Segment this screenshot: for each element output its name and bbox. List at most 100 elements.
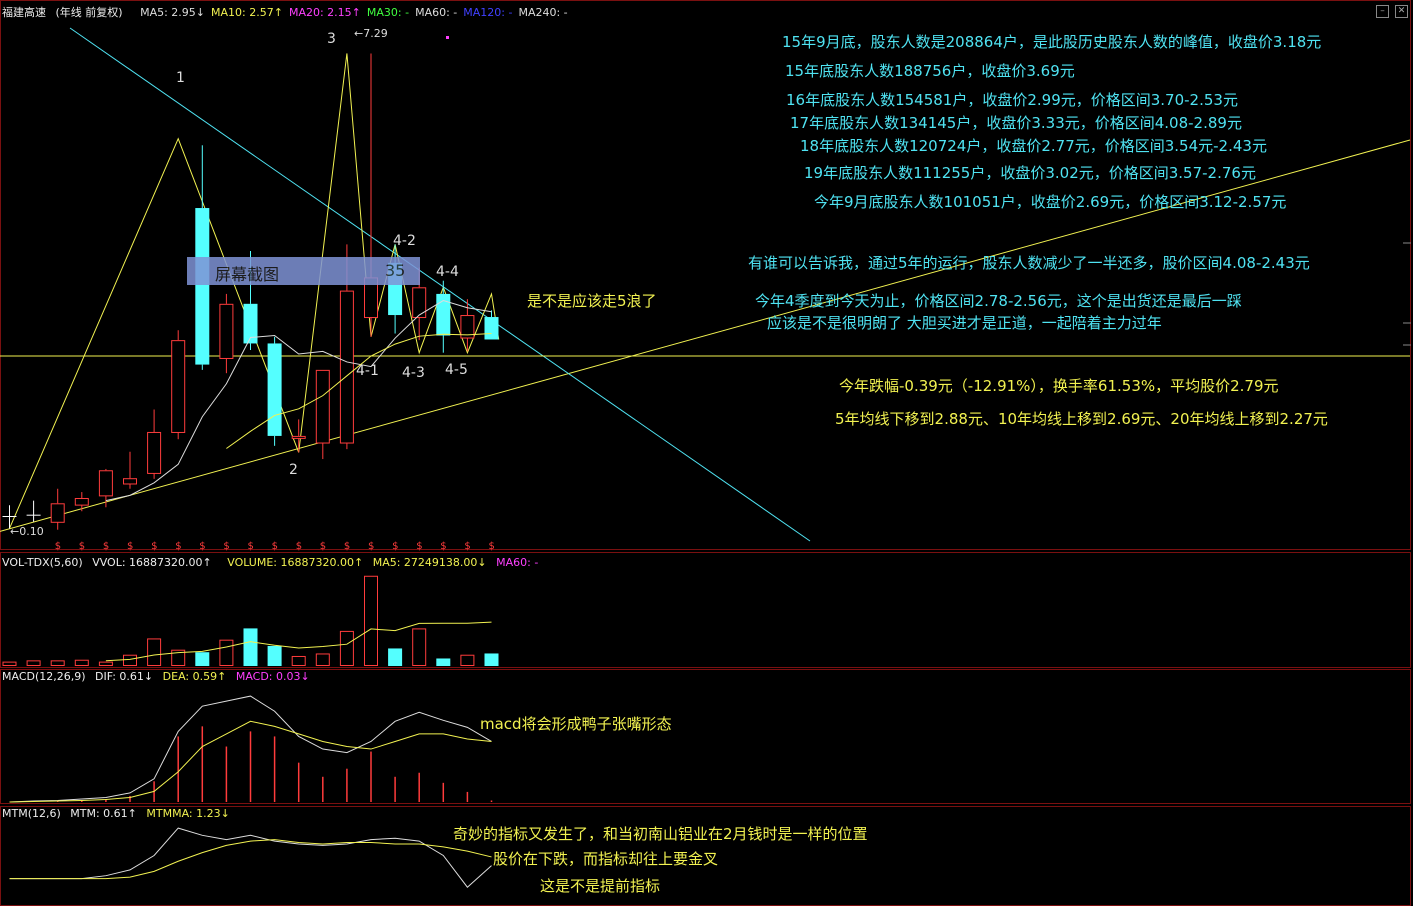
- macd-value: MACD: 0.03↓: [235, 670, 310, 683]
- note-mtm-1: 奇妙的指标又发生了，和当初南山铝业在2月钱时是一样的位置: [453, 825, 868, 843]
- ma-legend: MA5: 2.95↓ MA10: 2.57↑ MA20: 2.15↑ MA30: - M…: [140, 6, 574, 19]
- candle-body: [267, 343, 282, 436]
- volume-panel-header: VOL-TDX(5,60) VVOL: 16887320.00↑ VOLUME:…: [2, 555, 544, 571]
- screenshot-number: 35: [385, 261, 406, 280]
- volume-bar: [123, 654, 137, 666]
- volume-bar: [2, 661, 17, 667]
- wave-label-1: 1: [176, 70, 185, 86]
- dividend-marker: $: [151, 541, 157, 552]
- volume-bar: [388, 648, 403, 666]
- candle-body: [339, 290, 354, 444]
- ma10-line: [226, 333, 492, 449]
- candle-body: [315, 369, 330, 444]
- stock-name: 福建高速: [2, 6, 46, 19]
- dividend-marker: $: [489, 541, 495, 552]
- dividend-marker: $: [175, 541, 181, 552]
- dividend-marker: $: [223, 541, 229, 552]
- note-wave5: 是不是应该走5浪了: [527, 292, 657, 310]
- dividend-marker: $: [199, 541, 205, 552]
- dividend-marker: $: [392, 541, 398, 552]
- kline-mode: (年线 前复权): [55, 6, 123, 19]
- candle-body: [484, 317, 499, 340]
- ma-legend-item: MA30: -: [366, 6, 410, 19]
- volume-bar: [364, 575, 378, 667]
- dividend-marker: $: [79, 541, 85, 552]
- candle-body: [195, 208, 210, 365]
- note-macd: macd将会形成鸭子张嘴形态: [480, 715, 672, 733]
- dividend-marker: $: [272, 541, 278, 552]
- macd-indicator: MACD(12,26,9): [2, 670, 86, 683]
- note-ytd: 今年跌幅-0.39元（-12.91%），换手率61.53%，平均股价2.79元: [839, 377, 1279, 395]
- macd-panel-header: MACD(12,26,9) DIF: 0.61↓ DEA: 0.59↑ MACD…: [2, 669, 316, 685]
- volume-value: VOLUME: 16887320.00↑: [227, 556, 364, 569]
- mtm-indicator: MTM(12,6): [2, 807, 61, 820]
- candle-body: [171, 340, 186, 433]
- ma-legend-item: MA60: -: [415, 6, 458, 19]
- screenshot-label: 屏幕截图: [215, 265, 280, 284]
- low-price-label: ←0.10: [10, 525, 44, 538]
- volume-bar: [460, 654, 475, 666]
- dividend-marker: $: [368, 541, 374, 552]
- candle-body: [50, 503, 65, 523]
- marker-dot: [446, 36, 449, 39]
- vol-ma60-value: MA60: -: [496, 556, 539, 569]
- volume-bar: [339, 630, 354, 667]
- volume-bar: [219, 639, 234, 666]
- mtm-panel-header: MTM(12,6) MTM: 0.61↑ MTMMA: 1.23↓: [2, 806, 236, 822]
- high-price-value: 7.29: [363, 27, 388, 40]
- note-q4-range: 今年4季度到今天为止，价格区间2.78-2.56元，这个是出货还是最后一踩: [755, 292, 1242, 310]
- note-2015-end: 15年底股东人数188756户，收盘价3.69元: [785, 62, 1075, 80]
- volume-bar: [243, 628, 258, 666]
- note-2020-sep: 今年9月底股东人数101051户，收盘价2.69元，价格区间3.12-2.57元: [814, 193, 1287, 211]
- note-ma-move: 5年均线下移到2.88元、10年均线上移到2.69元、20年均线上移到2.27元: [835, 410, 1328, 428]
- candle-body: [412, 287, 427, 319]
- volume-bar: [412, 628, 427, 667]
- dividend-marker: $: [416, 541, 422, 552]
- ma-legend-item: MA120: -: [463, 6, 513, 19]
- volume-ma5-line: [105, 621, 492, 662]
- close-icon[interactable]: ✕: [1395, 5, 1408, 18]
- dea-value: DEA: 0.59↑: [162, 670, 227, 683]
- low-price-value: 0.10: [19, 525, 44, 538]
- volume-bar: [291, 655, 306, 666]
- vvol-value: VVOL: 16887320.00↑: [92, 556, 212, 569]
- volume-bar: [484, 653, 499, 666]
- wave-label-4-1: 4-1: [356, 363, 379, 379]
- screenshot-overlay[interactable]: 屏幕截图 35: [187, 257, 420, 285]
- downtrend-line: [69, 27, 811, 542]
- vol-ma5-value: MA5: 27249138.00↓: [372, 556, 487, 569]
- wave-label-4-3: 4-3: [402, 365, 425, 381]
- note-mtm-2: 股价在下跌，而指标却往上要金叉: [493, 850, 719, 868]
- note-2015-sep: 15年9月底，股东人数是208864户，是此股历史股东人数的峰值，收盘价3.18…: [782, 33, 1322, 51]
- note-mtm-3: 这是不是提前指标: [540, 877, 661, 895]
- ma5-line: [105, 299, 492, 502]
- volume-bar: [267, 645, 282, 666]
- mtm-value: MTM: 0.61↑: [70, 807, 137, 820]
- volume-bar: [147, 638, 162, 667]
- note-question: 有谁可以告诉我，通过5年的运行，股东人数减少了一半还多，股价区间4.08-2.4…: [748, 254, 1310, 272]
- wave-label-2: 2: [289, 462, 298, 478]
- candle-body: [147, 431, 162, 474]
- note-buy: 应该是不是很明朗了 大胆买进才是正道，一起陪着主力过年: [767, 314, 1162, 332]
- candle-body: [219, 303, 234, 359]
- dif-value: DIF: 0.61↓: [95, 670, 154, 683]
- high-price-label: ←7.29: [354, 27, 388, 40]
- vol-indicator: VOL-TDX(5,60): [2, 556, 83, 569]
- dividend-marker: $: [103, 541, 109, 552]
- minimize-icon[interactable]: –: [1376, 5, 1389, 18]
- dividend-marker: $: [464, 541, 470, 552]
- note-2017-end: 17年底股东人数134145户，收盘价3.33元，价格区间4.08-2.89元: [790, 114, 1242, 132]
- ma-legend-item: MA5: 2.95↓: [140, 6, 206, 19]
- kline-chart: $ $ $ $ $ $ $ $ $ $ $ $ $ $ $ $ $ $ $: [0, 0, 1411, 906]
- wave-label-4-5: 4-5: [445, 362, 468, 378]
- note-2016-end: 16年底股东人数154581户，收盘价2.99元，价格区间3.70-2.53元: [786, 91, 1238, 109]
- dividend-marker: $: [344, 541, 350, 552]
- dividend-marker: $: [127, 541, 133, 552]
- main-panel-header: 福建高速 (年线 前复权) MA5: 2.95↓ MA10: 2.57↑ MA20:…: [2, 5, 580, 21]
- volume-bar: [74, 659, 89, 667]
- volume-bar: [315, 653, 330, 667]
- ma-legend-item: MA20: 2.15↑: [288, 6, 361, 19]
- wave-label-4-4: 4-4: [436, 264, 459, 280]
- note-2019-end: 19年底股东人数111255户，收盘价3.02元，价格区间3.57-2.76元: [804, 164, 1256, 182]
- dividend-marker: $: [296, 541, 302, 552]
